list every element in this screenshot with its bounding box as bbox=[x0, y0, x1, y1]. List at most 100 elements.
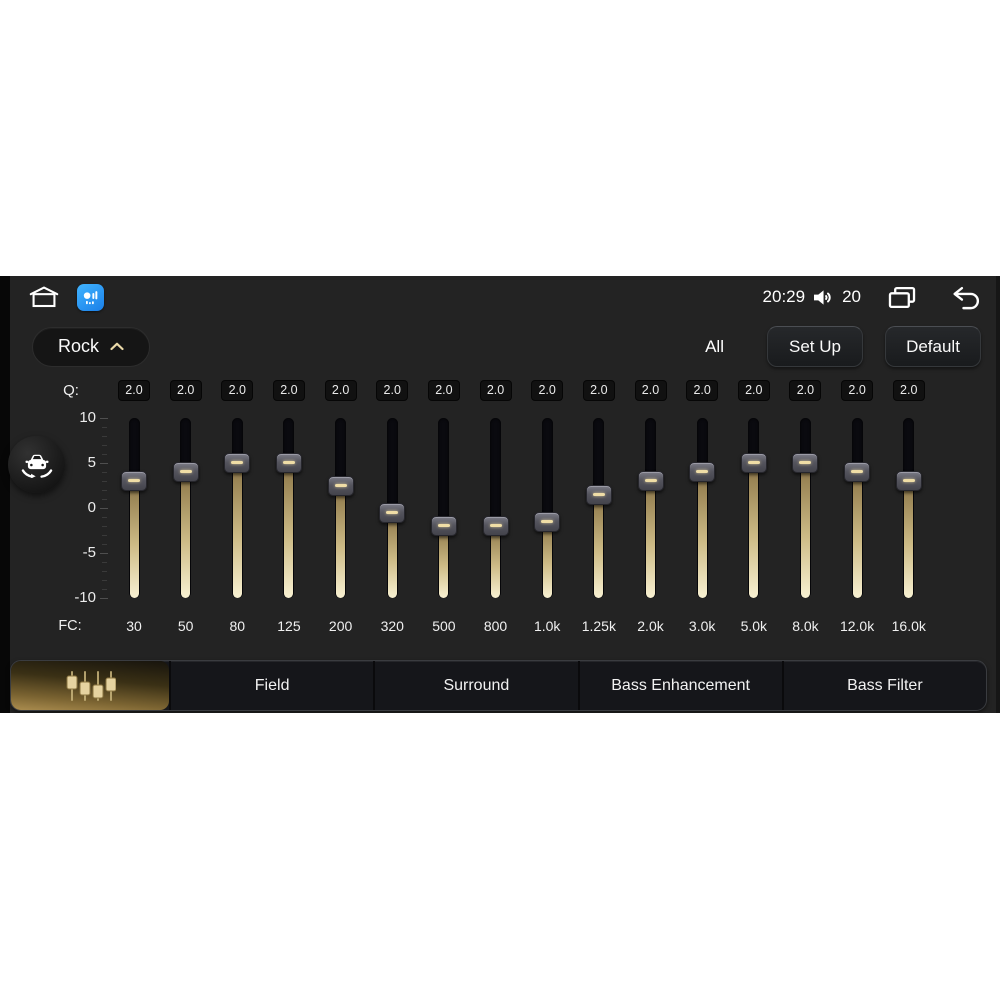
slider-handle-grip bbox=[179, 470, 192, 473]
q-value-box[interactable]: 2.0 bbox=[376, 380, 409, 401]
q-value-box[interactable]: 2.0 bbox=[789, 380, 822, 401]
q-row-label: Q: bbox=[63, 382, 79, 399]
scale-tick bbox=[102, 571, 107, 572]
scale-tick bbox=[102, 544, 107, 545]
slider-fill bbox=[749, 463, 759, 598]
slider-handle-grip bbox=[851, 470, 864, 473]
tab-bass-filter[interactable]: Bass Filter bbox=[781, 661, 986, 710]
slider-fill bbox=[439, 526, 449, 598]
fc-row-label: FC: bbox=[58, 618, 82, 634]
slider-fill bbox=[336, 485, 346, 598]
slider-handle-grip bbox=[386, 510, 399, 514]
slider-handle-grip bbox=[282, 461, 295, 464]
slider-handle[interactable] bbox=[430, 516, 457, 536]
slider-handle[interactable] bbox=[585, 484, 612, 505]
equalizer-panel: Q: FC: 10 5 0 -5 -10 2.0 30 2.0 50 2.0 80 2.0 125 2.0… bbox=[0, 276, 1000, 713]
slider-handle[interactable] bbox=[482, 516, 509, 536]
q-value-box[interactable]: 2.0 bbox=[892, 380, 925, 401]
scale-tick bbox=[100, 598, 108, 599]
scale-tick bbox=[102, 499, 107, 500]
q-value-box[interactable]: 2.0 bbox=[479, 380, 512, 401]
slider-handle[interactable] bbox=[224, 453, 251, 473]
slider-handle[interactable] bbox=[689, 462, 716, 482]
q-value-box[interactable]: 2.0 bbox=[686, 380, 719, 401]
tab-field[interactable]: Field bbox=[169, 661, 373, 710]
scale-tick bbox=[102, 517, 107, 518]
tab-equalizer[interactable] bbox=[11, 661, 169, 710]
slider-fill bbox=[904, 481, 914, 598]
q-value-box[interactable]: 2.0 bbox=[221, 380, 254, 401]
scale-tick bbox=[102, 589, 107, 590]
scale-tick bbox=[102, 454, 107, 455]
gain-scale-label: -10 bbox=[74, 589, 96, 606]
slider-handle[interactable] bbox=[740, 453, 767, 473]
gain-scale-label: 0 bbox=[87, 499, 96, 516]
slider-fill bbox=[542, 521, 552, 598]
slider-handle[interactable] bbox=[792, 453, 819, 473]
slider-fill bbox=[129, 481, 139, 598]
slider-handle-grip bbox=[799, 461, 812, 464]
q-value-box[interactable]: 2.0 bbox=[169, 380, 202, 401]
slider-fill bbox=[646, 481, 655, 598]
slider-fill bbox=[594, 494, 604, 598]
q-value-box[interactable]: 2.0 bbox=[118, 380, 150, 401]
slider-handle[interactable] bbox=[327, 475, 354, 496]
slider-handle-grip bbox=[231, 461, 244, 464]
slider-handle-grip bbox=[334, 483, 347, 487]
slider-handle[interactable] bbox=[379, 502, 406, 523]
slider-fill bbox=[800, 463, 810, 598]
equalizer-sliders-icon bbox=[64, 669, 116, 703]
tab-bass-enhancement[interactable]: Bass Enhancement bbox=[577, 661, 782, 710]
q-value-box[interactable]: 2.0 bbox=[324, 380, 357, 401]
q-value-box[interactable]: 2.0 bbox=[427, 380, 460, 401]
slider-handle[interactable] bbox=[275, 453, 302, 473]
slider-fill bbox=[284, 463, 294, 598]
scale-tick bbox=[102, 490, 107, 491]
gain-scale-label: 10 bbox=[79, 409, 96, 426]
slider-handle[interactable] bbox=[844, 462, 871, 482]
car-surround-button[interactable] bbox=[8, 436, 65, 493]
slider-handle-grip bbox=[592, 492, 605, 496]
slider-handle[interactable] bbox=[895, 471, 922, 491]
scale-tick bbox=[102, 580, 107, 581]
head-unit-screen: 20:29 20 Rock All Set Up Default Q: FC: … bbox=[0, 276, 1000, 713]
scale-tick bbox=[102, 445, 107, 446]
scale-tick bbox=[102, 436, 107, 437]
gain-scale-label: -5 bbox=[82, 544, 96, 561]
scale-tick bbox=[102, 481, 107, 482]
scale-tick bbox=[100, 463, 108, 464]
q-value-box[interactable]: 2.0 bbox=[272, 380, 305, 401]
slider-handle[interactable] bbox=[637, 471, 664, 491]
scale-tick bbox=[100, 553, 108, 554]
slider-handle-grip bbox=[902, 479, 915, 482]
tab-surround[interactable]: Surround bbox=[373, 661, 577, 710]
slider-fill bbox=[181, 472, 191, 598]
slider-fill bbox=[852, 472, 862, 598]
scale-tick bbox=[102, 472, 107, 473]
slider-handle[interactable] bbox=[534, 511, 561, 532]
slider-handle-grip bbox=[696, 470, 709, 473]
slider-fill bbox=[491, 526, 501, 598]
slider-handle[interactable] bbox=[121, 471, 147, 491]
scale-tick bbox=[102, 526, 107, 527]
scale-tick bbox=[102, 427, 107, 428]
slider-handle[interactable] bbox=[172, 462, 199, 482]
slider-fill bbox=[387, 512, 397, 598]
slider-handle-grip bbox=[747, 461, 760, 464]
tab-bar: Field Surround Bass Enhancement Bass Fil… bbox=[10, 660, 987, 711]
scale-tick bbox=[102, 535, 107, 536]
slider-handle-grip bbox=[541, 519, 554, 523]
q-value-box[interactable]: 2.0 bbox=[634, 380, 667, 401]
scale-tick bbox=[100, 508, 108, 509]
q-value-box[interactable]: 2.0 bbox=[582, 380, 615, 401]
frequency-label: 16.0k bbox=[891, 618, 926, 634]
slider-handle-grip bbox=[128, 479, 140, 482]
slider-handle-grip bbox=[644, 479, 657, 482]
q-value-box[interactable]: 2.0 bbox=[841, 380, 874, 401]
q-value-box[interactable]: 2.0 bbox=[737, 380, 770, 401]
car-surround-icon bbox=[17, 445, 57, 485]
scale-tick bbox=[100, 418, 108, 419]
slider-handle-grip bbox=[437, 524, 450, 527]
slider-fill bbox=[232, 463, 242, 598]
q-value-box[interactable]: 2.0 bbox=[531, 380, 564, 401]
